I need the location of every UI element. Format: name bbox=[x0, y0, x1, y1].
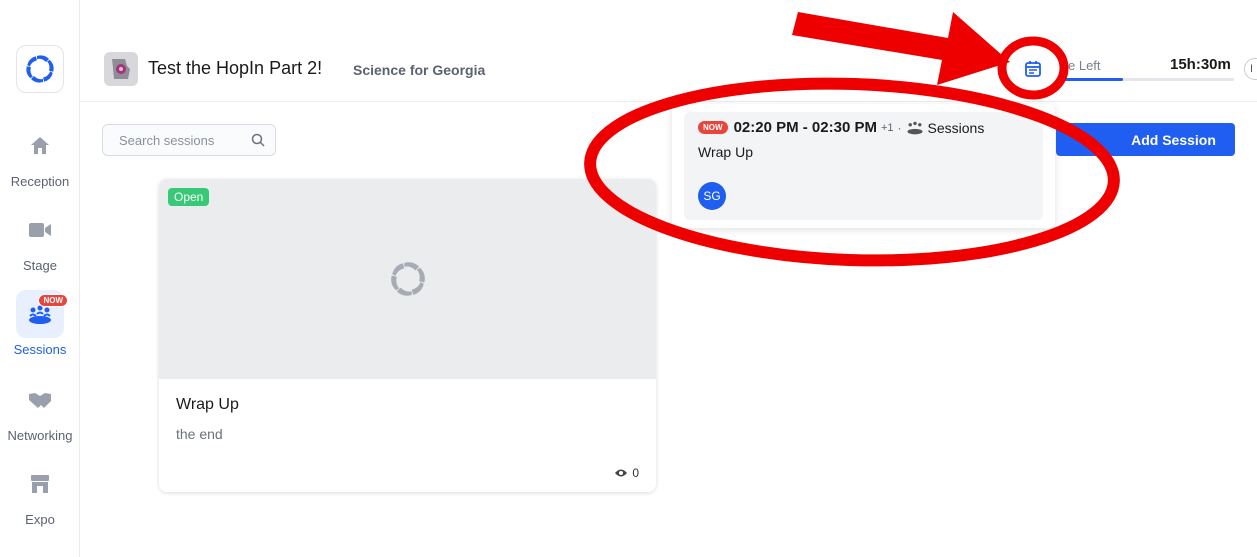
sidebar-item-label: Reception bbox=[10, 174, 70, 189]
now-badge: NOW bbox=[698, 121, 728, 134]
schedule-item[interactable]: NOW 02:20 PM - 02:30 PM +1 · Sessions Wr… bbox=[684, 112, 1043, 220]
session-description: the end bbox=[176, 426, 223, 442]
view-count-value: 0 bbox=[632, 466, 639, 480]
event-header: Test the HopIn Part 2! Science for Georg… bbox=[80, 40, 1257, 102]
edge-toggle-button[interactable]: I bbox=[1244, 58, 1257, 80]
schedule-button[interactable] bbox=[1020, 56, 1046, 82]
schedule-popover: NOW 02:20 PM - 02:30 PM +1 · Sessions Wr… bbox=[672, 104, 1055, 228]
schedule-title: Wrap Up bbox=[698, 144, 753, 160]
add-session-button[interactable]: Add Session bbox=[1056, 123, 1235, 156]
sidebar-item-stage[interactable]: Stage bbox=[0, 206, 80, 273]
search-icon[interactable] bbox=[251, 133, 265, 147]
app-logo[interactable] bbox=[16, 45, 64, 93]
handshake-icon bbox=[29, 393, 51, 408]
sidebar-item-label: Networking bbox=[7, 428, 73, 443]
organization-name: Science for Georgia bbox=[353, 62, 486, 78]
separator: · bbox=[897, 120, 902, 135]
time-left-progress-fill bbox=[1058, 78, 1124, 81]
video-camera-icon bbox=[29, 223, 51, 237]
event-logo-icon bbox=[112, 59, 130, 79]
sidebar-item-reception[interactable]: Reception bbox=[0, 122, 80, 189]
session-thumbnail: Open bbox=[159, 179, 656, 379]
search-box bbox=[102, 124, 276, 156]
sidebar-item-label: Expo bbox=[25, 512, 55, 527]
hopin-logo-icon bbox=[26, 55, 54, 83]
view-count: 0 bbox=[614, 466, 639, 480]
hopin-placeholder-icon bbox=[390, 262, 425, 296]
search-input[interactable] bbox=[113, 125, 253, 155]
sidebar: Reception Stage NOW Sessions Networking … bbox=[0, 0, 80, 557]
eye-icon bbox=[615, 469, 628, 477]
sidebar-item-sessions[interactable]: NOW Sessions bbox=[0, 290, 80, 357]
store-icon bbox=[31, 475, 49, 493]
schedule-category: Sessions bbox=[927, 119, 985, 136]
sessions-icon bbox=[907, 121, 923, 135]
now-badge: NOW bbox=[38, 294, 68, 307]
event-title: Test the HopIn Part 2! bbox=[148, 58, 323, 78]
sidebar-item-expo[interactable]: Expo bbox=[0, 460, 80, 527]
status-badge: Open bbox=[168, 188, 210, 206]
event-thumbnail bbox=[104, 52, 138, 86]
time-left-value: 15h:30m bbox=[1170, 56, 1231, 73]
session-card[interactable]: Open Wrap Up the end 0 bbox=[159, 179, 656, 492]
session-title: Wrap Up bbox=[176, 396, 239, 413]
sidebar-item-label: Stage bbox=[23, 258, 57, 273]
time-left-label: e Left bbox=[1068, 58, 1101, 73]
schedule-time-range: 02:20 PM - 02:30 PM bbox=[733, 119, 877, 136]
sidebar-item-label: Sessions bbox=[13, 342, 67, 357]
calendar-icon bbox=[1025, 61, 1041, 77]
schedule-extra-count: +1 bbox=[880, 121, 894, 134]
avatar[interactable]: SG bbox=[698, 182, 726, 210]
home-icon bbox=[31, 137, 49, 154]
time-left-progress bbox=[1058, 78, 1234, 81]
sidebar-item-networking[interactable]: Networking bbox=[0, 376, 80, 443]
